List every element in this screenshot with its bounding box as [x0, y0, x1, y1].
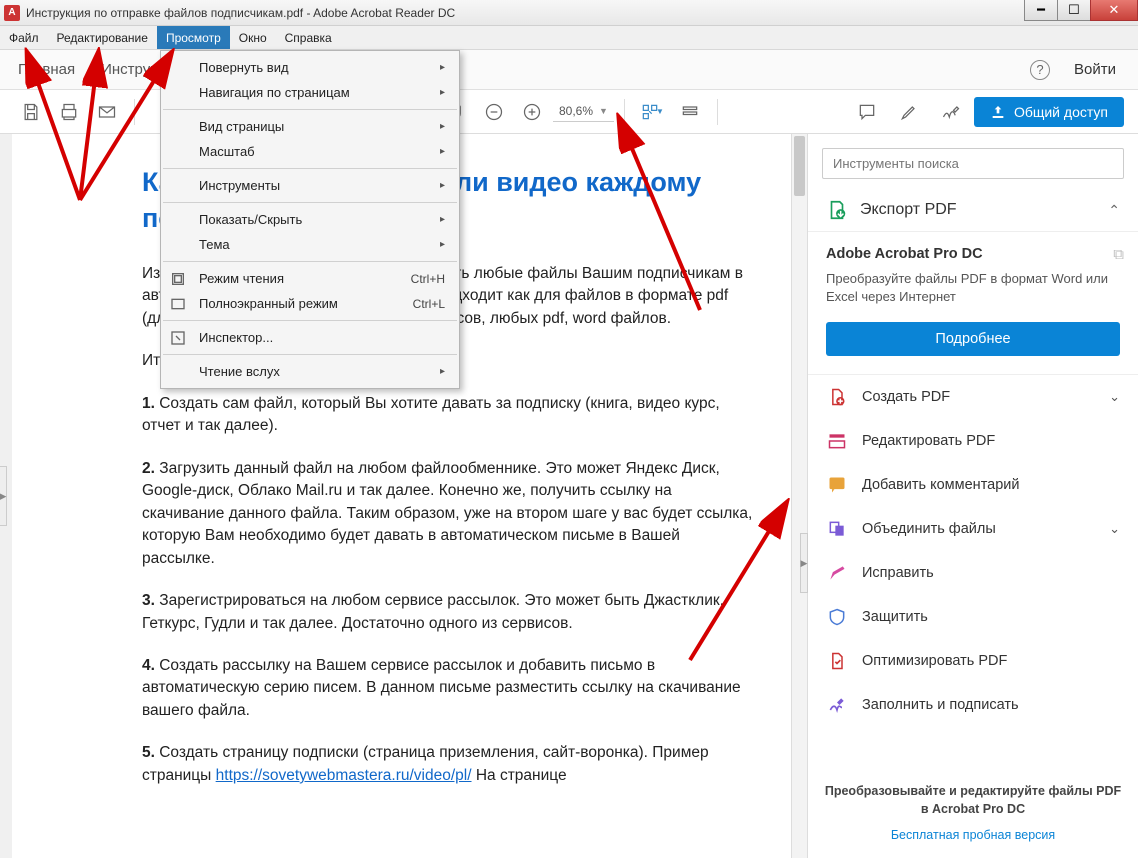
sidebar-tool[interactable]: Оптимизировать PDF: [808, 639, 1138, 683]
menu-item[interactable]: Показать/Скрыть▸: [161, 207, 459, 232]
export-more-button[interactable]: Подробнее: [826, 322, 1120, 356]
menu-edit[interactable]: Редактирование: [48, 26, 157, 49]
zoom-out-icon[interactable]: [477, 95, 511, 129]
menu-item[interactable]: Повернуть вид▸: [161, 55, 459, 80]
tool-icon: [826, 694, 848, 716]
inspector-icon: [169, 329, 187, 347]
tool-icon: [826, 650, 848, 672]
print-icon[interactable]: [52, 95, 86, 129]
menu-item[interactable]: Чтение вслух▸: [161, 359, 459, 384]
tab-home[interactable]: Главная: [18, 61, 75, 78]
chevron-up-icon: ⌃: [1108, 202, 1120, 219]
sidebar-tool[interactable]: Исправить: [808, 551, 1138, 595]
pages-icon[interactable]: ⧉: [1113, 246, 1124, 263]
minimize-button[interactable]: ━: [1024, 0, 1058, 21]
left-panel-handle[interactable]: ▶: [0, 466, 7, 526]
tool-label: Объединить файлы: [862, 521, 996, 537]
tool-label: Заполнить и подписать: [862, 697, 1019, 713]
sidebar-tool[interactable]: Защитить: [808, 595, 1138, 639]
tool-icon: [826, 474, 848, 496]
footer-trial-link[interactable]: Бесплатная пробная версия: [822, 828, 1124, 842]
chevron-down-icon: ⌄: [1109, 521, 1120, 537]
menu-item[interactable]: Масштаб▸: [161, 139, 459, 164]
export-pdf-icon: [826, 199, 848, 221]
vertical-scrollbar[interactable]: [791, 134, 807, 858]
menu-item[interactable]: Инспектор...: [161, 325, 459, 350]
login-button[interactable]: Войти: [1074, 61, 1116, 78]
tool-label: Создать PDF: [862, 389, 950, 405]
share-button[interactable]: Общий доступ: [974, 97, 1124, 127]
tool-icon: [826, 562, 848, 584]
menu-item[interactable]: Режим чтенияCtrl+H: [161, 266, 459, 291]
window-title: Инструкция по отправке файлов подписчика…: [26, 6, 455, 20]
maximize-button[interactable]: ☐: [1057, 0, 1091, 21]
right-panel-handle[interactable]: ▶: [800, 533, 808, 593]
close-button[interactable]: ✕: [1090, 0, 1138, 21]
zoom-in-icon[interactable]: [515, 95, 549, 129]
menu-item[interactable]: Инструменты▸: [161, 173, 459, 198]
menu-window[interactable]: Окно: [230, 26, 276, 49]
search-input[interactable]: [822, 148, 1124, 179]
sidebar-export-head[interactable]: Экспорт PDF ⌃: [808, 189, 1138, 232]
doc-step-1: 1. Создать сам файл, который Вы хотите д…: [142, 393, 755, 438]
fit-width-icon[interactable]: ▼: [635, 95, 669, 129]
chevron-down-icon: ▼: [599, 106, 608, 116]
page-view-icon[interactable]: [673, 95, 707, 129]
tool-label: Защитить: [862, 609, 928, 625]
menu-item[interactable]: Вид страницы▸: [161, 114, 459, 139]
mail-icon[interactable]: [90, 95, 124, 129]
doc-step-2: 2. Загрузить данный файл на любом файлоо…: [142, 458, 755, 570]
tool-label: Оптимизировать PDF: [862, 653, 1007, 669]
view-menu-dropdown: Повернуть вид▸Навигация по страницам▸ Вид…: [160, 50, 460, 389]
reading-icon: [169, 270, 187, 288]
fullscreen-icon: [169, 295, 187, 313]
tool-icon: [826, 606, 848, 628]
menu-file[interactable]: Файл: [0, 26, 48, 49]
window-controls: ━ ☐ ✕: [1024, 0, 1138, 21]
footer-promo: Преобразовывайте и редактируйте файлы PD…: [822, 783, 1124, 818]
tool-icon: [826, 518, 848, 540]
sidebar-export-title: Экспорт PDF: [860, 201, 957, 219]
highlight-icon[interactable]: [892, 95, 926, 129]
tool-icon: [826, 430, 848, 452]
comment-icon[interactable]: [850, 95, 884, 129]
app-icon: A: [4, 5, 20, 21]
doc-step-5: 5. Создать страницу подписки (страница п…: [142, 742, 755, 787]
sign-icon[interactable]: [934, 95, 968, 129]
menu-item[interactable]: Тема▸: [161, 232, 459, 257]
export-subtitle: Adobe Acrobat Pro DC: [826, 246, 1120, 262]
sidebar-tool[interactable]: Редактировать PDF: [808, 419, 1138, 463]
menu-view[interactable]: Просмотр: [157, 26, 230, 49]
right-sidebar: Экспорт PDF ⌃ ⧉ Adobe Acrobat Pro DC Пре…: [808, 134, 1138, 858]
tool-label: Редактировать PDF: [862, 433, 995, 449]
sidebar-tool[interactable]: Добавить комментарий: [808, 463, 1138, 507]
help-icon[interactable]: ?: [1030, 60, 1050, 80]
menu-help[interactable]: Справка: [276, 26, 341, 49]
sidebar-export-body: ⧉ Adobe Acrobat Pro DC Преобразуйте файл…: [808, 232, 1138, 375]
sidebar-footer: Преобразовывайте и редактируйте файлы PD…: [808, 767, 1138, 858]
tool-icon: [826, 386, 848, 408]
doc-link[interactable]: https://sovetywebmastera.ru/video/pl/: [216, 767, 472, 784]
upload-icon: [990, 104, 1006, 120]
chevron-down-icon: ⌄: [1109, 389, 1120, 405]
sidebar-tool[interactable]: Объединить файлы ⌄: [808, 507, 1138, 551]
sidebar-tool[interactable]: Заполнить и подписать: [808, 683, 1138, 727]
tool-label: Исправить: [862, 565, 934, 581]
doc-step-4: 4. Создать рассылку на Вашем сервисе рас…: [142, 655, 755, 722]
save-icon[interactable]: [14, 95, 48, 129]
menu-item[interactable]: Полноэкранный режимCtrl+L: [161, 291, 459, 316]
menu-item[interactable]: Навигация по страницам▸: [161, 80, 459, 105]
titlebar: A Инструкция по отправке файлов подписчи…: [0, 0, 1138, 26]
sidebar-tool[interactable]: Создать PDF ⌄: [808, 375, 1138, 419]
doc-step-3: 3. Зарегистрироваться на любом сервисе р…: [142, 590, 755, 635]
export-desc: Преобразуйте файлы PDF в формат Word или…: [826, 270, 1120, 306]
zoom-level[interactable]: 80,6%▼: [553, 101, 614, 122]
tool-label: Добавить комментарий: [862, 477, 1020, 493]
menubar: Файл Редактирование Просмотр Окно Справк…: [0, 26, 1138, 50]
sidebar-search: [822, 148, 1124, 179]
